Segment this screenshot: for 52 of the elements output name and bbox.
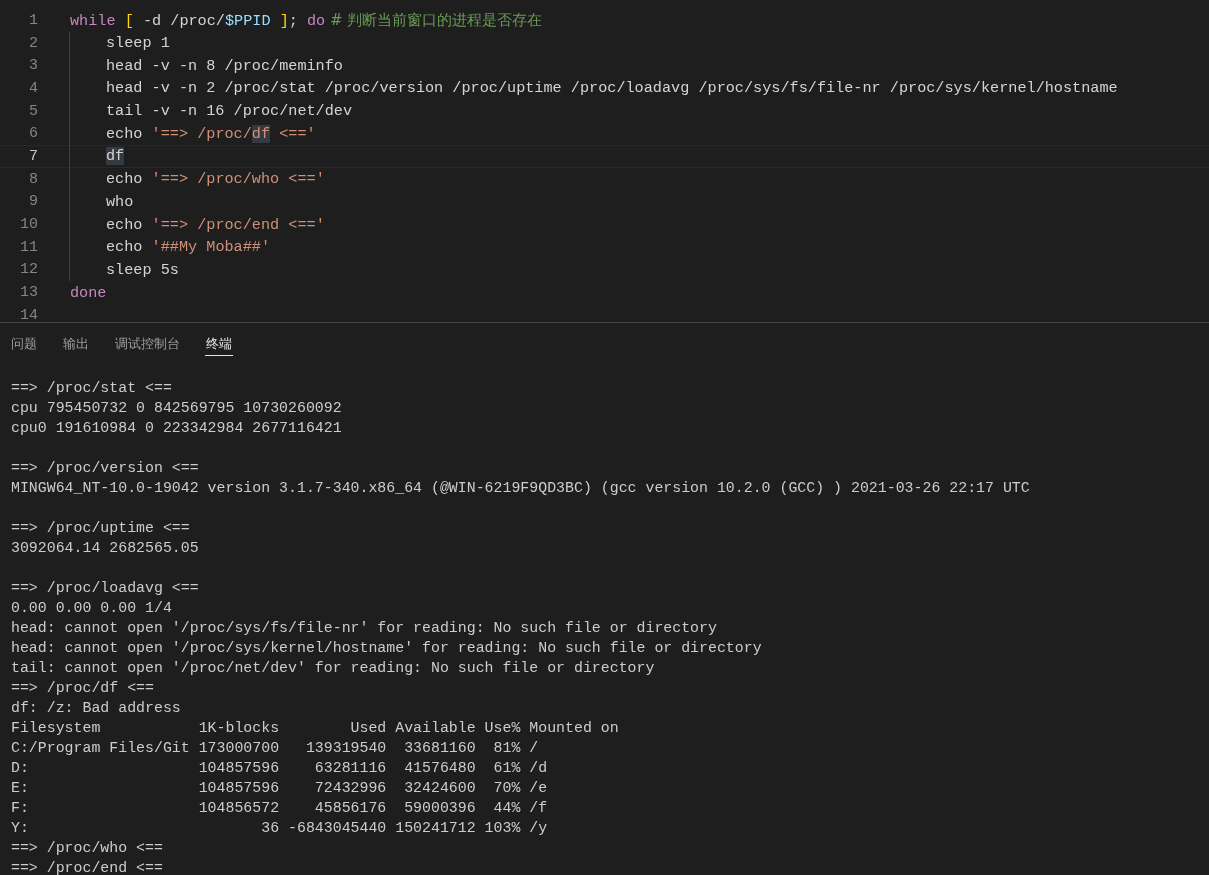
terminal-line: F: 104856572 45856176 59000396 44% /f [11,799,549,818]
line-number: 6 [28,125,38,143]
terminal-line: ==> /proc/loadavg <== [11,579,200,598]
terminal-line: 0.00 0.00 0.00 1/4 [11,599,173,618]
line-number: 13 [19,284,38,302]
code-line: tail -v -n 16 /proc/net/dev [106,102,353,121]
line-number: 12 [19,261,38,279]
panel-tab[interactable]: 终端 [205,333,233,356]
line-number: 14 [19,306,38,322]
terminal-line: ==> /proc/end <== [11,859,164,875]
terminal-line: E: 104857596 72432996 32424600 70% /e [11,779,549,798]
terminal-line: D: 104857596 63281116 41576480 61% /d [11,759,549,778]
code-line: head -v -n 8 /proc/meminfo [106,56,343,75]
code-line: done [70,283,107,302]
terminal-line: MINGW64_NT-10.0-19042 version 3.1.7-340.x86_64 (@WIN-6219F9QD3BC) (gcc version 10.2.0 (GCC) ) 2021-03-26 22:17 UTC [11,479,1031,498]
code-line: echo '==> /proc/end <==' [106,215,325,234]
terminal-line: ==> /proc/stat <== [11,379,173,398]
terminal-line: ==> /proc/uptime <== [11,519,191,538]
code-line: echo '==> /proc/df <==' [106,124,316,143]
line-number: 10 [19,216,38,234]
line-number: 5 [28,102,38,120]
terminal-line: ==> /proc/version <== [11,459,200,478]
code-line: head -v -n 2 /proc/stat /proc/version /proc/uptime /proc/loadavg /proc/sys/fs/file-nr /proc/sys/kernel/hostname [106,79,1118,98]
code-line: sleep 5s [106,260,179,279]
panel-tab[interactable]: 输出 [62,333,90,356]
line-number: 9 [28,193,38,211]
terminal-line: head: cannot open '/proc/sys/kernel/hostname' for reading: No such file or directory [11,639,763,658]
terminal-line: df: /z: Bad address [11,699,182,718]
terminal-line: tail: cannot open '/proc/net/dev' for reading: No such file or directory [11,659,656,678]
line-number: 11 [19,238,38,256]
line-number: 8 [28,170,38,188]
terminal-line: ==> /proc/who <== [11,839,164,858]
code-line: echo '==> /proc/who <==' [106,170,325,189]
terminal-line: head: cannot open '/proc/sys/fs/file-nr' for reading: No such file or directory [11,619,718,638]
terminal-line: Y: 36 -6843045440 150241712 103% /y [11,819,549,838]
terminal-line: Filesystem 1K-blocks Used Available Use% Mounted on [11,719,620,738]
line-number: 3 [28,57,38,75]
line-number: 1 [28,11,38,29]
code-line: echo '##My Moba##' [106,238,271,257]
code-line: who [106,192,134,211]
terminal-line: ==> /proc/df <== [11,679,155,698]
panel-tab[interactable]: 问题 [10,333,38,356]
code-line: sleep 1 [106,34,170,53]
line-number: 7 [28,147,38,165]
panel-tab[interactable]: 调试控制台 [114,333,181,356]
code-line: while [ -d /proc/$PPID ]; do # 判断当前窗口的进程是否存在 [70,10,543,30]
terminal-line: cpu 795450732 0 842569795 10730260092 [11,399,343,418]
line-number: 4 [28,79,38,97]
terminal-line: 3092064.14 2682565.05 [11,539,200,558]
terminal-line: C:/Program Files/Git 173000700 139319540 33681160 81% / [11,739,540,758]
terminal-line: cpu0 191610984 0 223342984 2677116421 [11,419,343,438]
line-number: 2 [28,34,38,52]
